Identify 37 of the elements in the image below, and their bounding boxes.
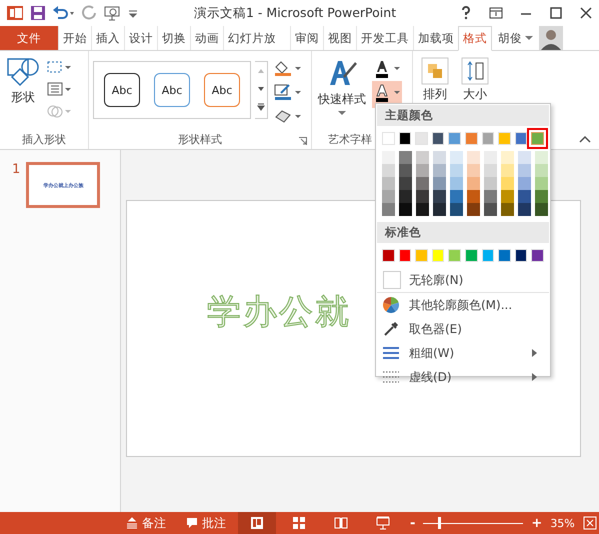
size-button[interactable]: 大小 (459, 55, 491, 103)
ribbon-tab[interactable]: 插入 (91, 26, 124, 50)
ribbon-tab[interactable]: 视图 (323, 26, 356, 50)
ribbon-tab[interactable]: 审阅 (290, 26, 323, 50)
group-label: 艺术字样 (328, 132, 372, 147)
section-heading: 标准色 (377, 222, 549, 243)
comments-button[interactable]: 批注 (178, 514, 234, 532)
menu-item[interactable]: 虚线(D) (377, 365, 549, 389)
ribbon-tab[interactable]: 动画 (190, 26, 223, 50)
file-tab[interactable]: 文件 (0, 26, 58, 50)
ribbon-tab[interactable]: 设计 (124, 26, 157, 50)
menu-item[interactable]: 取色器(E) (377, 317, 549, 341)
notes-button[interactable]: 备注 (118, 514, 174, 532)
menu-item[interactable]: 粗细(W) (377, 341, 549, 365)
window-title: 演示文稿1 - Microsoft PowerPoint (194, 4, 398, 22)
user-menu[interactable]: 胡俊 (496, 26, 535, 50)
zoom-out-button[interactable]: - (406, 516, 420, 530)
arrange-button[interactable]: 排列 (419, 55, 451, 103)
zoom-in-button[interactable]: + (527, 516, 546, 530)
ribbon-tab[interactable]: 开始 (58, 26, 91, 50)
shapes-button[interactable]: 形状 (4, 55, 42, 132)
ribbon-tab[interactable]: 切换 (157, 26, 190, 50)
shape-style-option[interactable]: Abc (204, 73, 240, 107)
ribbon-tab[interactable]: 幻灯片放 (223, 26, 280, 50)
menu-item[interactable]: 其他轮廓颜色(M)... (377, 293, 549, 317)
group-label: 插入形状 (21, 132, 67, 147)
shape-style-option[interactable]: Abc (154, 73, 190, 107)
section-heading: 主题颜色 (377, 105, 549, 126)
slide-text: 学办公就 (207, 292, 351, 332)
menu-item[interactable]: 无轮廓(N) (377, 268, 549, 292)
zoom-level[interactable]: 35% (550, 516, 575, 530)
quick-styles-button[interactable]: 快速样式 (316, 55, 368, 132)
shape-style-option[interactable]: Abc (104, 73, 140, 107)
slide-number: 1 (12, 162, 20, 179)
ribbon-tab[interactable]: 开发工具 (356, 26, 413, 50)
ribbon-tab[interactable]: 格式 (458, 26, 492, 51)
group-label: 形状样式 (178, 132, 222, 147)
